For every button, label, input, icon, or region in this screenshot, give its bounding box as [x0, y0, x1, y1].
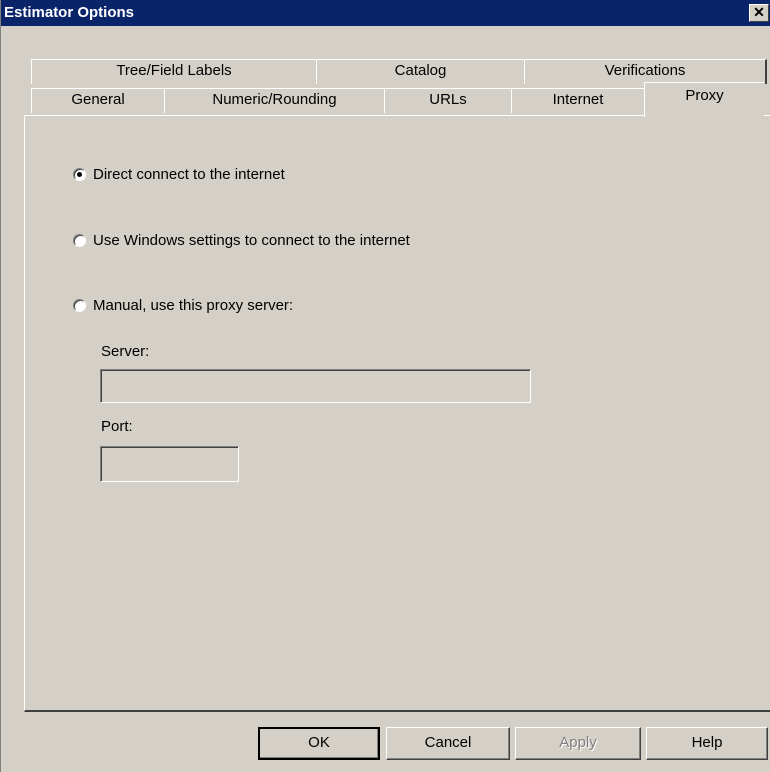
- tab-label: URLs: [429, 91, 467, 108]
- tab-tree-field-labels[interactable]: Tree/Field Labels: [31, 59, 318, 84]
- tab-label: Internet: [552, 91, 604, 108]
- tab-verifications[interactable]: Verifications: [524, 59, 767, 84]
- window-title: Estimator Options: [4, 4, 135, 21]
- server-label: Server:: [101, 343, 150, 360]
- port-label: Port:: [101, 418, 133, 435]
- tab-label: Catalog: [394, 62, 447, 79]
- proxy-tab-panel: [24, 115, 770, 712]
- manual-proxy-option[interactable]: Manual, use this proxy server:: [73, 297, 293, 314]
- title-bar[interactable]: Estimator Options ✕: [1, 0, 770, 26]
- direct-connect-option[interactable]: Direct connect to the internet: [73, 166, 285, 183]
- tab-label: Tree/Field Labels: [116, 62, 232, 79]
- tab-label: Verifications: [604, 62, 686, 79]
- help-button[interactable]: Help: [646, 727, 768, 760]
- radio-button-icon[interactable]: [73, 299, 86, 312]
- cancel-button[interactable]: Cancel: [386, 727, 510, 760]
- ok-button[interactable]: OK: [258, 727, 380, 760]
- tab-internet[interactable]: Internet: [511, 88, 646, 113]
- tab-urls[interactable]: URLs: [384, 88, 513, 113]
- tab-general[interactable]: General: [31, 88, 166, 113]
- server-input[interactable]: [100, 369, 531, 403]
- tab-label: Proxy: [685, 87, 724, 104]
- close-icon: ✕: [753, 4, 765, 20]
- close-button[interactable]: ✕: [749, 4, 769, 22]
- tab-catalog[interactable]: Catalog: [316, 59, 526, 84]
- windows-settings-option[interactable]: Use Windows settings to connect to the i…: [73, 232, 410, 249]
- dialog-window: Estimator Options ✕ Tree/Field Labels Ca…: [0, 0, 770, 772]
- radio-button-icon[interactable]: [73, 234, 86, 247]
- apply-button[interactable]: Apply: [515, 727, 641, 760]
- direct-connect-label: Direct connect to the internet: [93, 166, 285, 183]
- tab-numeric-rounding[interactable]: Numeric/Rounding: [164, 88, 386, 113]
- tab-label: General: [71, 91, 125, 108]
- manual-proxy-label: Manual, use this proxy server:: [93, 297, 294, 314]
- radio-button-icon[interactable]: [73, 168, 86, 181]
- port-input[interactable]: [100, 446, 239, 482]
- tab-label: Numeric/Rounding: [212, 91, 337, 108]
- windows-settings-label: Use Windows settings to connect to the i…: [93, 232, 410, 249]
- tab-proxy[interactable]: Proxy: [644, 82, 764, 117]
